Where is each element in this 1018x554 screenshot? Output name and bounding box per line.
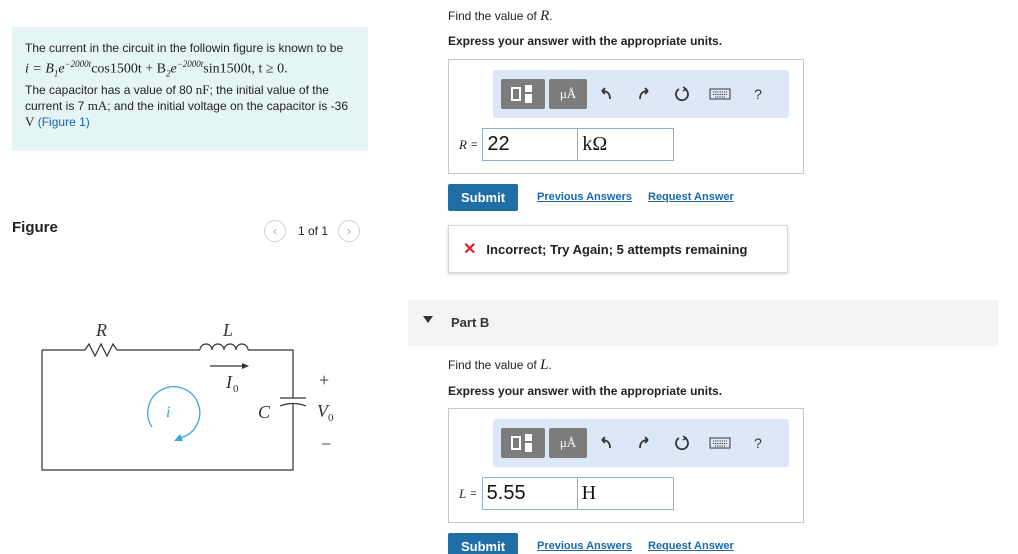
part-b-math-toolbar: μÅ ? (493, 419, 789, 467)
reset-icon[interactable] (663, 79, 701, 109)
undo-icon[interactable] (587, 79, 625, 109)
part-a-answer-row: R = 22 kΩ (459, 128, 675, 161)
label-I0-sub: 0 (233, 383, 239, 395)
collapse-triangle-icon (423, 316, 433, 323)
reset-icon[interactable] (663, 428, 701, 458)
part-a-math-toolbar: μÅ ? (493, 70, 789, 118)
label-R: R (95, 320, 107, 340)
label-V0-sub: 0 (328, 412, 334, 424)
error-x-icon: ✕ (463, 241, 477, 258)
circuit-diagram: R L I 0 i C + V 0 − (41, 320, 334, 471)
figure-heading: Figure (12, 219, 58, 236)
part-b-instruction: Express your answer with the appropriate… (448, 384, 723, 398)
prev-figure-button[interactable]: ‹ (264, 220, 286, 242)
part-a-answer-panel: μÅ ? R = 22 kΩ (448, 59, 804, 174)
figure-pager: ‹ 1 of 1 › (264, 220, 361, 242)
units-button[interactable]: μÅ (549, 428, 587, 458)
part-a-previous-answers-link[interactable]: Previous Answers (537, 191, 632, 203)
part-a-unit-input[interactable]: kΩ (578, 128, 675, 161)
part-a-submit-button[interactable]: Submit (448, 184, 518, 211)
label-minus: − (321, 434, 331, 454)
chevron-left-icon: ‹ (273, 224, 277, 238)
part-a-value-input[interactable]: 22 (482, 128, 579, 161)
part-b-prompt: Find the value of L. (448, 357, 552, 373)
figure-count: 1 of 1 (298, 224, 329, 238)
part-a-prompt: Find the value of R. (448, 8, 553, 24)
label-plus: + (319, 370, 329, 390)
label-L: L (222, 320, 233, 340)
label-i: i (166, 404, 170, 421)
part-a-request-answer-link[interactable]: Request Answer (648, 191, 734, 203)
feedback-text: Incorrect; Try Again; 5 attempts remaini… (486, 241, 748, 257)
part-b-request-answer-link[interactable]: Request Answer (648, 540, 734, 552)
undo-icon[interactable] (587, 428, 625, 458)
part-a-instruction: Express your answer with the appropriate… (448, 34, 723, 48)
part-a-feedback: ✕ Incorrect; Try Again; 5 attempts remai… (448, 225, 788, 273)
label-C: C (258, 402, 271, 422)
part-b-title: Part B (451, 315, 490, 330)
redo-icon[interactable] (625, 79, 663, 109)
part-b-value-input[interactable]: 5.55 (481, 477, 578, 510)
units-button[interactable]: μÅ (549, 79, 587, 109)
part-a-var-label: R (459, 136, 467, 152)
figure-link[interactable]: (Figure 1) (38, 115, 90, 129)
help-icon[interactable]: ? (739, 428, 777, 458)
problem-details: The capacitor has a value of 80 nF; the … (25, 82, 349, 130)
next-figure-button[interactable]: › (338, 220, 361, 242)
part-b-answer-panel: μÅ ? L = 5.55 H (448, 408, 804, 523)
part-b-unit-input[interactable]: H (577, 477, 674, 510)
keyboard-icon[interactable] (701, 79, 739, 109)
templates-button[interactable] (501, 79, 545, 109)
part-b-var-label: L (459, 485, 467, 501)
part-b-answer-row: L = 5.55 H (459, 477, 674, 510)
part-b-header[interactable]: Part B (408, 300, 998, 346)
label-I0: I (225, 372, 233, 392)
problem-intro: The current in the circuit in the follow… (25, 41, 344, 55)
part-b-submit-button[interactable]: Submit (448, 533, 518, 554)
keyboard-icon[interactable] (701, 428, 739, 458)
part-b-previous-answers-link[interactable]: Previous Answers (537, 540, 632, 552)
templates-button[interactable] (501, 428, 545, 458)
problem-statement: The current in the circuit in the follow… (12, 27, 368, 151)
help-icon[interactable]: ? (739, 79, 777, 109)
redo-icon[interactable] (625, 428, 663, 458)
current-equation: i = B1e−2000tcos1500t + B2e−2000tsin1500… (25, 59, 288, 79)
chevron-right-icon: › (347, 224, 352, 238)
